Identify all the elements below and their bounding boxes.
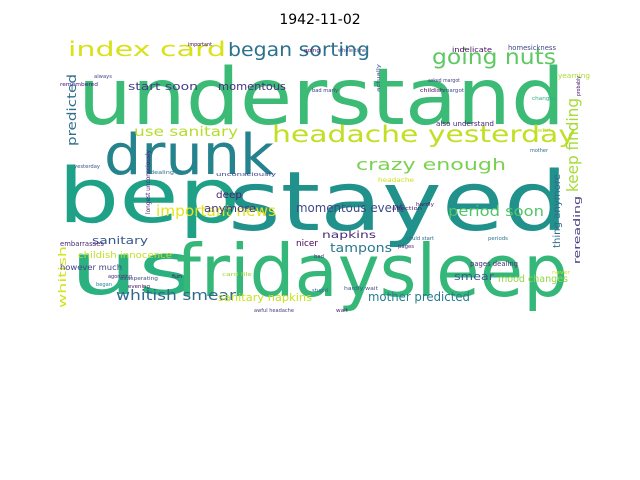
cloud-word: momentous xyxy=(218,80,286,93)
cloud-word: awful headache xyxy=(254,308,294,314)
cloud-word: stupid xyxy=(312,288,328,294)
cloud-word: yearning xyxy=(558,72,590,80)
cloud-word: nicer xyxy=(296,239,318,249)
cloud-word: childish innocence xyxy=(78,251,173,261)
cloud-word: changes xyxy=(532,96,556,102)
cloud-word: napkins xyxy=(322,230,376,241)
cloud-word: sanitary napkins xyxy=(218,291,312,304)
cloud-word: yesterday xyxy=(74,164,100,170)
cloud-word: actually xyxy=(376,64,382,92)
word-cloud: understandstayedbepusfridaysleepdrunkhea… xyxy=(56,37,590,314)
cloud-word: enough xyxy=(340,202,360,208)
cloud-word: keep finding xyxy=(563,98,582,192)
cloud-word: mother predicted xyxy=(368,290,470,304)
cloud-word: important xyxy=(188,42,212,48)
cloud-word: tampons xyxy=(330,241,392,255)
cloud-word: crazy enough xyxy=(356,155,506,174)
cloud-word: began xyxy=(96,282,112,288)
cloud-word: remembered xyxy=(60,82,98,88)
cloud-word: longest unconsciously xyxy=(145,150,152,214)
cloud-word: asked margot xyxy=(428,78,460,84)
cloud-word: thing anymore xyxy=(552,174,563,248)
cloud-word: period soon xyxy=(448,204,544,220)
cloud-word: rereading xyxy=(573,196,583,264)
cloud-word: card file xyxy=(222,272,252,278)
cloud-word: unconsciously xyxy=(216,172,276,178)
cloud-word: fun xyxy=(172,274,182,280)
cloud-word: probably xyxy=(576,76,582,96)
cloud-word: use sanitary xyxy=(134,125,238,140)
cloud-word: hardly xyxy=(416,202,434,208)
cloud-word: bad marly xyxy=(312,88,338,94)
cloud-word: margot xyxy=(444,88,464,94)
cloud-word: evening xyxy=(128,284,150,290)
cloud-word: start soon xyxy=(128,80,198,93)
cloud-word: exasperating xyxy=(120,276,158,282)
cloud-word: headache yesterday xyxy=(272,122,576,148)
cloud-word: never xyxy=(552,270,571,276)
cloud-word: pages xyxy=(398,244,414,250)
cloud-word: pages dealing xyxy=(470,260,518,268)
cloud-word: always xyxy=(94,74,112,80)
cloud-word: going xyxy=(304,48,320,54)
cloud-word: could start xyxy=(406,236,434,242)
cloud-word: periods xyxy=(488,236,508,242)
cloud-word: homesickness xyxy=(508,44,556,52)
cloud-word: index card xyxy=(68,37,226,61)
cloud-word: embarrasses xyxy=(60,240,104,248)
cloud-word: headache xyxy=(378,177,414,184)
cloud-word: deep xyxy=(216,190,242,201)
cloud-word: smear xyxy=(454,270,495,283)
cloud-word: whole time xyxy=(338,48,366,54)
cloud-word: however much xyxy=(60,263,122,272)
cloud-word: wait xyxy=(336,308,348,314)
cloud-word: indelicate xyxy=(452,46,492,54)
cloud-word: bad xyxy=(314,254,324,260)
cloud-word: dealing xyxy=(150,170,174,176)
cloud-word: anymore xyxy=(204,202,256,215)
cloud-word: hardly wait xyxy=(344,286,378,292)
cloud-word: childish xyxy=(420,88,444,94)
cloud-word: mother xyxy=(530,148,549,154)
cloud-word: awful xyxy=(534,128,550,134)
cloud-word: whitish xyxy=(56,246,69,308)
cloud-word: also understand xyxy=(436,120,494,128)
